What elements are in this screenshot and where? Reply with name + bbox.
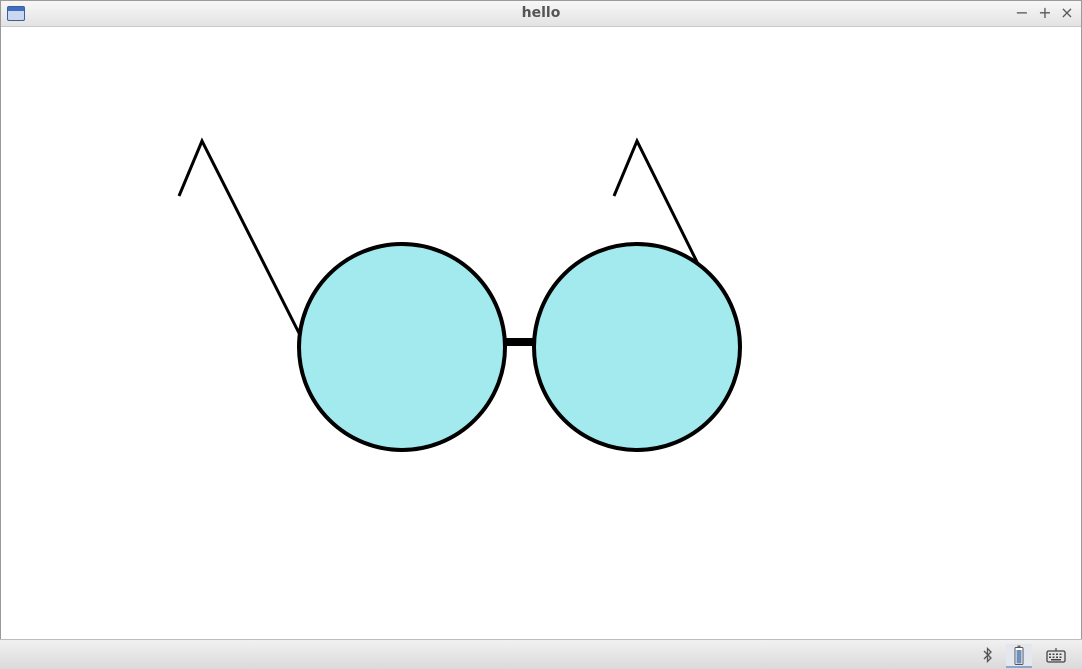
- drawing-canvas: [1, 27, 1081, 639]
- left-lens: [297, 242, 507, 452]
- maximize-button[interactable]: +: [1035, 3, 1055, 23]
- window-title: hello: [521, 5, 561, 21]
- left-temple-arm: [177, 137, 303, 338]
- battery-icon[interactable]: [1006, 644, 1032, 668]
- keyboard-icon[interactable]: [1044, 644, 1068, 666]
- right-lens: [532, 242, 742, 452]
- title-bar[interactable]: hello − + ×: [1, 1, 1081, 27]
- bluetooth-icon[interactable]: [979, 644, 997, 666]
- close-button[interactable]: ×: [1057, 3, 1077, 23]
- taskbar: [0, 639, 1082, 669]
- app-window: hello − + ×: [0, 0, 1082, 640]
- minimize-button[interactable]: −: [1012, 3, 1032, 23]
- glasses-drawing: [177, 137, 742, 452]
